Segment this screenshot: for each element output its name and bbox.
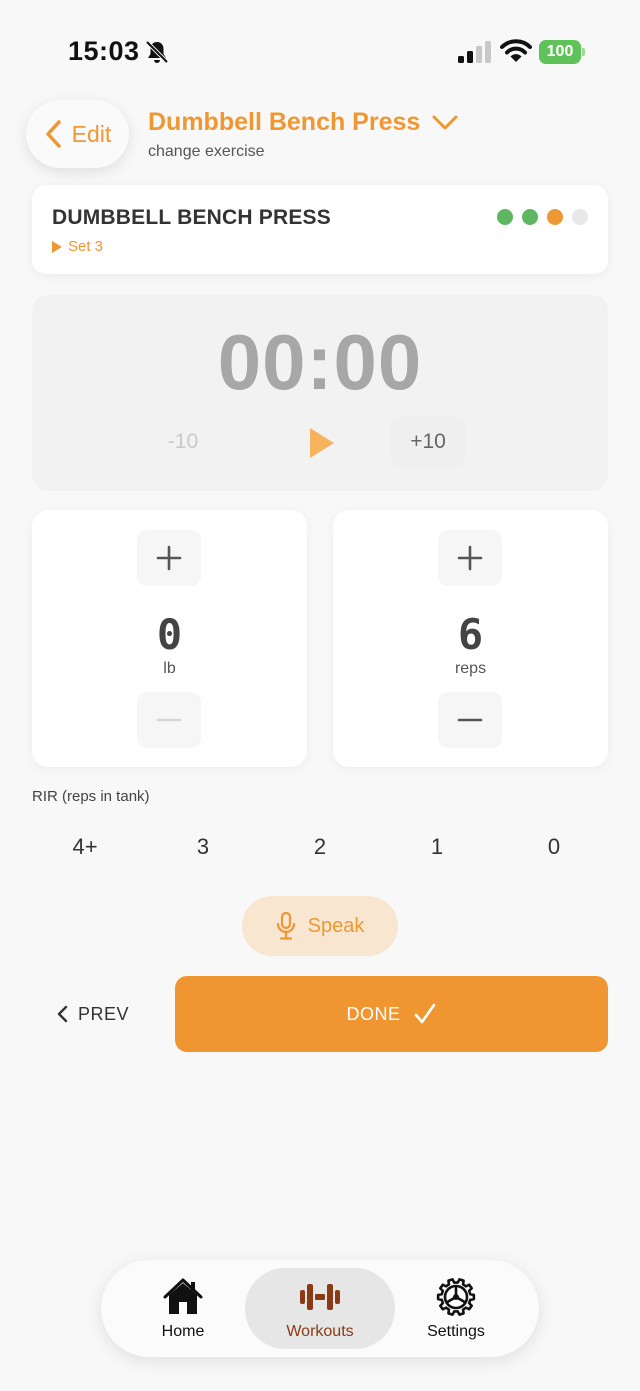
weight-increase-button[interactable] [137, 530, 201, 586]
microphone-icon [276, 912, 295, 940]
speak-button[interactable]: Speak [242, 896, 398, 956]
reps-unit: reps [454, 660, 487, 677]
minus-icon [457, 718, 483, 722]
set-dot-1-done [497, 209, 513, 225]
home-icon [163, 1278, 203, 1314]
timer-display: 00:00 [217, 318, 423, 406]
set-indicator: Set 3 [52, 238, 103, 255]
change-exercise-subtitle: change exercise [148, 143, 265, 160]
signal-icon [458, 41, 491, 63]
tab-workouts[interactable]: Workouts [245, 1268, 395, 1349]
weight-stepper: 0 lb [32, 510, 307, 767]
rir-label: RIR (reps in tank) [32, 788, 150, 805]
chevron-left-icon [45, 120, 61, 148]
edit-label: Edit [71, 120, 112, 147]
set-dot-4-pending [572, 209, 588, 225]
tab-bar: Home Workouts Settings [101, 1260, 539, 1357]
card-title: DUMBBELL BENCH PRESS [52, 206, 331, 229]
set-dot-3-current [547, 209, 563, 225]
plus-icon [457, 545, 483, 571]
edit-button[interactable]: Edit [26, 100, 129, 168]
checkmark-icon [414, 1003, 435, 1024]
tab-settings[interactable]: Settings [406, 1268, 506, 1349]
speak-label: Speak [307, 914, 365, 937]
set-dot-2-done [522, 209, 538, 225]
set-label: Set 3 [68, 238, 104, 255]
plus-icon [156, 545, 182, 571]
done-label: DONE [346, 1003, 401, 1024]
prev-label: PREV [78, 1003, 130, 1024]
play-icon [310, 428, 334, 458]
reps-stepper: 6 reps [333, 510, 608, 767]
prev-button[interactable]: PREV [56, 994, 129, 1034]
battery-icon: 100 [539, 40, 585, 64]
chevron-left-icon [57, 1005, 68, 1023]
reps-increase-button[interactable] [438, 530, 502, 586]
timer-plus-10-button[interactable]: +10 [390, 416, 466, 468]
reps-value: 6 [457, 610, 484, 659]
rir-option-3[interactable]: 3 [163, 830, 243, 864]
timer-minus-10-button[interactable]: -10 [148, 416, 218, 468]
bell-slash-icon [145, 40, 169, 64]
tab-home[interactable]: Home [133, 1268, 233, 1349]
dumbbell-icon [300, 1283, 340, 1310]
tab-settings-label: Settings [427, 1322, 485, 1340]
set-progress-dots [497, 209, 588, 225]
status-bar: 15:03 100 [0, 0, 640, 100]
done-button[interactable]: DONE [175, 976, 608, 1052]
gear-icon [436, 1277, 476, 1316]
chevron-down-icon [432, 115, 458, 129]
tab-home-label: Home [161, 1322, 205, 1340]
exercise-card: DUMBBELL BENCH PRESS Set 3 [32, 185, 608, 274]
exercise-picker[interactable]: Dumbbell Bench Press [148, 108, 458, 137]
rir-option-2[interactable]: 2 [280, 830, 360, 864]
rir-option-4plus[interactable]: 4+ [45, 830, 125, 864]
rir-option-1[interactable]: 1 [397, 830, 477, 864]
tab-workouts-label: Workouts [286, 1322, 354, 1340]
battery-level: 100 [539, 40, 581, 64]
timer-play-button[interactable] [300, 422, 340, 464]
wifi-icon [500, 39, 532, 62]
reps-decrease-button[interactable] [438, 692, 502, 748]
weight-unit: lb [163, 660, 176, 677]
play-small-icon [52, 240, 62, 253]
weight-decrease-button[interactable] [137, 692, 201, 748]
exercise-name: Dumbbell Bench Press [148, 108, 421, 136]
minus-icon [156, 718, 182, 722]
rir-option-0[interactable]: 0 [514, 830, 594, 864]
status-time: 15:03 [68, 36, 140, 66]
weight-value: 0 [156, 610, 183, 659]
